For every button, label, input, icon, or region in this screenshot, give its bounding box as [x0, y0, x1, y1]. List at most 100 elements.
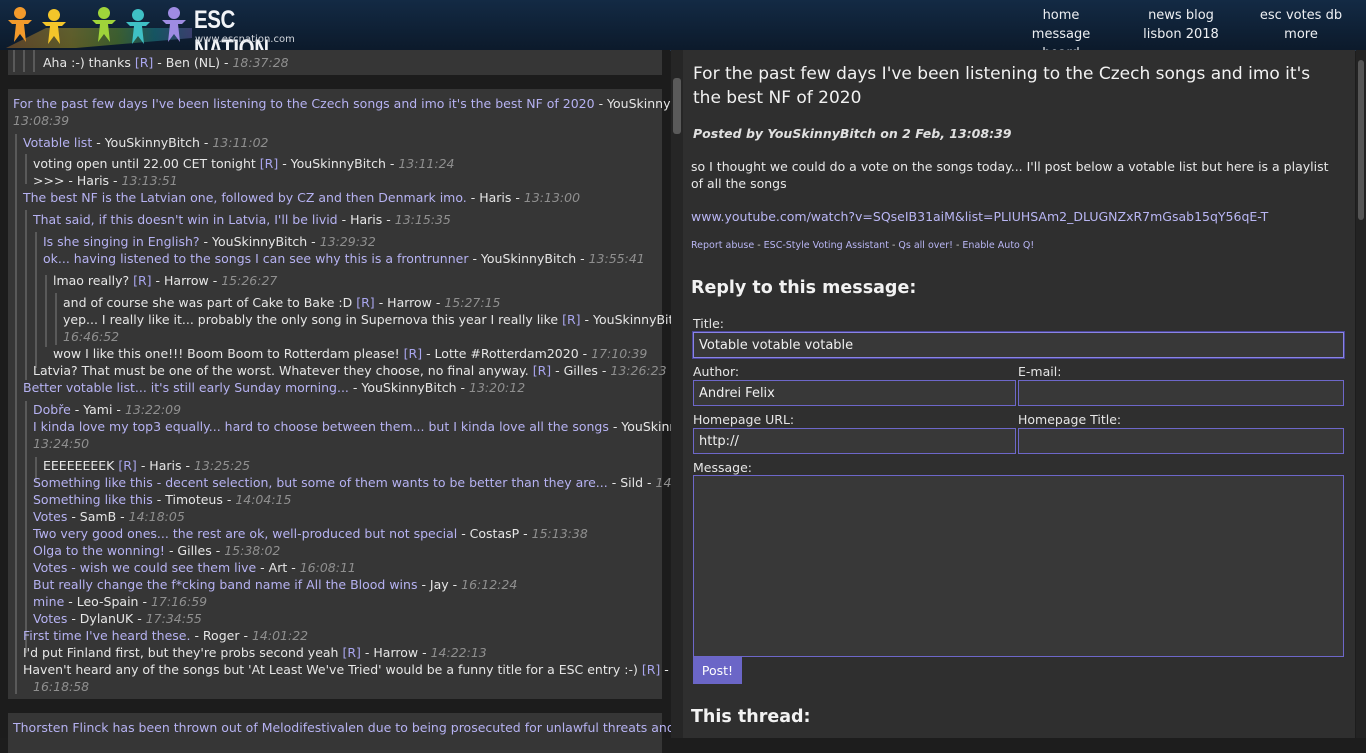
message-link[interactable]: >>>: [33, 173, 64, 188]
post-button[interactable]: Post!: [693, 657, 742, 684]
report-abuse-link[interactable]: Report abuse: [691, 240, 754, 251]
timestamp: 14:04:15: [235, 492, 292, 507]
thread-root-link[interactable]: For the past few days I've been listenin…: [13, 96, 595, 111]
list-item: Is she singing in English? - YouSkinnyBi…: [43, 234, 376, 249]
list-item: First time I've heard these. - Roger - 1…: [23, 628, 309, 643]
homepage-title-input[interactable]: [1018, 428, 1344, 454]
next-thread-box: Thorsten Flinck has been thrown out of M…: [8, 713, 675, 753]
list-item: ok... having listened to the songs I can…: [43, 251, 645, 266]
timestamp: 13:55:41: [588, 251, 645, 266]
message-link[interactable]: I'd put Finland first, but they're probs…: [23, 645, 338, 660]
title-label: Title:: [693, 316, 724, 331]
nav-home[interactable]: home: [1013, 6, 1109, 25]
reply-link[interactable]: [R]: [533, 363, 551, 378]
page-scrollbar-thumb[interactable]: [1358, 60, 1364, 220]
timestamp: 15:26:27: [221, 273, 278, 288]
message-link[interactable]: Votes - wish we could see them live: [33, 560, 256, 575]
message-link[interactable]: Dobře: [33, 402, 71, 417]
message-link[interactable]: ok... having listened to the songs I can…: [43, 251, 468, 266]
message-link[interactable]: and of course she was part of Cake to Ba…: [63, 295, 352, 310]
list-item: Latvia? That must be one of the worst. W…: [33, 363, 667, 378]
message-link[interactable]: mine: [33, 594, 64, 609]
message-link[interactable]: Votes: [33, 611, 67, 626]
message-link[interactable]: Two very good ones... the rest are ok, w…: [33, 526, 457, 541]
reply-link[interactable]: [R]: [642, 662, 660, 677]
message-link[interactable]: voting open until 22.00 CET tonight: [33, 156, 256, 171]
message-link[interactable]: First time I've heard these.: [23, 628, 190, 643]
timestamp: 13:26:23: [610, 363, 667, 378]
list-item: The best NF is the Latvian one, followed…: [23, 190, 581, 205]
nav-news-blog[interactable]: news blog: [1133, 6, 1229, 25]
message-link[interactable]: yep... I really like it... probably the …: [63, 312, 558, 327]
message-link[interactable]: The best NF is the Latvian one, followed…: [23, 190, 467, 205]
next-thread-link[interactable]: Thorsten Flinck has been thrown out of M…: [13, 720, 675, 735]
youtube-link[interactable]: www.youtube.com/watch?v=SQseIB31aiM&list…: [691, 209, 1268, 224]
reply-link[interactable]: [R]: [133, 273, 151, 288]
message-link[interactable]: EEEEEEEEK: [43, 458, 114, 473]
esc-nation-logo[interactable]: ESC NATION www.escnation.com: [0, 0, 300, 63]
list-item: Dobře - Yami - 13:22:09: [33, 402, 182, 417]
list-item: I'd put Finland first, but they're probs…: [23, 645, 487, 660]
list-item: Aha :-) thanks [R] - Ben (NL) - 18:37:28: [43, 55, 289, 70]
reply-link[interactable]: [R]: [404, 346, 422, 361]
message-link[interactable]: Votable list: [23, 135, 92, 150]
message-link[interactable]: I kinda love my top3 equally... hard to …: [33, 419, 609, 434]
timestamp: 13:25:25: [193, 458, 251, 473]
timestamp: 13:13:00: [523, 190, 581, 205]
timestamp: 17:16:59: [150, 594, 208, 609]
previous-thread-box: Aha :-) thanks [R] - Ben (NL) - 18:37:28: [8, 50, 662, 75]
list-item: >>> - Haris - 13:13:51: [33, 173, 178, 188]
message-link[interactable]: Votes: [33, 509, 67, 524]
reply-link[interactable]: [R]: [135, 55, 153, 70]
nav-more[interactable]: more: [1253, 25, 1349, 44]
reply-link[interactable]: [R]: [118, 458, 136, 473]
homepage-url-input[interactable]: [693, 428, 1016, 454]
this-thread-heading: This thread:: [691, 707, 811, 727]
email-input[interactable]: [1018, 380, 1344, 406]
message-link[interactable]: lmao really?: [53, 273, 129, 288]
message-link[interactable]: wow I like this one!!! Boom Boom to Rott…: [53, 346, 400, 361]
qs-all-over-link[interactable]: Qs all over!: [898, 240, 953, 251]
nav-group-3: esc votes db more: [1253, 6, 1349, 44]
email-label: E-mail:: [1018, 364, 1062, 379]
author-label: Author:: [693, 364, 740, 379]
list-item: That said, if this doesn't win in Latvia…: [33, 212, 451, 227]
nav-group-2: news blog lisbon 2018: [1133, 6, 1229, 44]
voting-assistant-link[interactable]: ESC-Style Voting Assistant: [764, 240, 889, 251]
list-item: Votes - DylanUK - 17:34:55: [33, 611, 202, 626]
message-link[interactable]: Something like this: [33, 492, 153, 507]
list-item: Something like this - decent selection, …: [33, 474, 712, 491]
left-scrollbar-thumb[interactable]: [673, 78, 681, 134]
message-link[interactable]: Latvia? That must be one of the worst. W…: [33, 363, 529, 378]
author-input[interactable]: [693, 380, 1016, 406]
message-link[interactable]: Something like this - decent selection, …: [33, 475, 608, 490]
list-item: But really change the f*cking band name …: [33, 577, 518, 592]
thread-root: For the past few days I've been listenin…: [13, 96, 711, 111]
timestamp: 14:01:22: [251, 628, 309, 643]
nav-lisbon-2018[interactable]: lisbon 2018: [1133, 25, 1229, 44]
message-title: For the past few days I've been listenin…: [693, 64, 1311, 108]
list-item: yep... I really like it... probably the …: [63, 312, 697, 327]
message-link[interactable]: That said, if this doesn't win in Latvia…: [33, 212, 338, 227]
message-link[interactable]: Better votable list... it's still early …: [23, 380, 349, 395]
message-textarea[interactable]: [693, 475, 1344, 657]
title-input[interactable]: [693, 332, 1344, 358]
message-link[interactable]: Olga to the wonning!: [33, 543, 165, 558]
nav-esc-votes-db[interactable]: esc votes db: [1253, 6, 1349, 25]
reply-link[interactable]: [R]: [342, 645, 360, 660]
list-item: and of course she was part of Cake to Ba…: [63, 295, 501, 310]
reply-link[interactable]: [R]: [562, 312, 580, 327]
page-scrollbar[interactable]: [1356, 50, 1366, 738]
message-link[interactable]: But really change the f*cking band name …: [33, 577, 417, 592]
left-scrollbar[interactable]: [671, 50, 683, 738]
reply-link[interactable]: [R]: [260, 156, 278, 171]
message-link[interactable]: Aha :-) thanks: [43, 55, 131, 70]
timestamp: 13:15:35: [394, 212, 451, 227]
enable-auto-q-link[interactable]: Enable Auto Q!: [962, 240, 1034, 251]
message-link[interactable]: Haven't heard any of the songs but 'At L…: [23, 662, 638, 677]
timestamp: 13:13:51: [121, 173, 178, 188]
posted-by: Posted by YouSkinnyBitch on 2 Feb, 13:08…: [693, 126, 1012, 141]
message-link[interactable]: Is she singing in English?: [43, 234, 200, 249]
reply-link[interactable]: [R]: [356, 295, 374, 310]
timestamp: 16:12:24: [461, 577, 518, 592]
